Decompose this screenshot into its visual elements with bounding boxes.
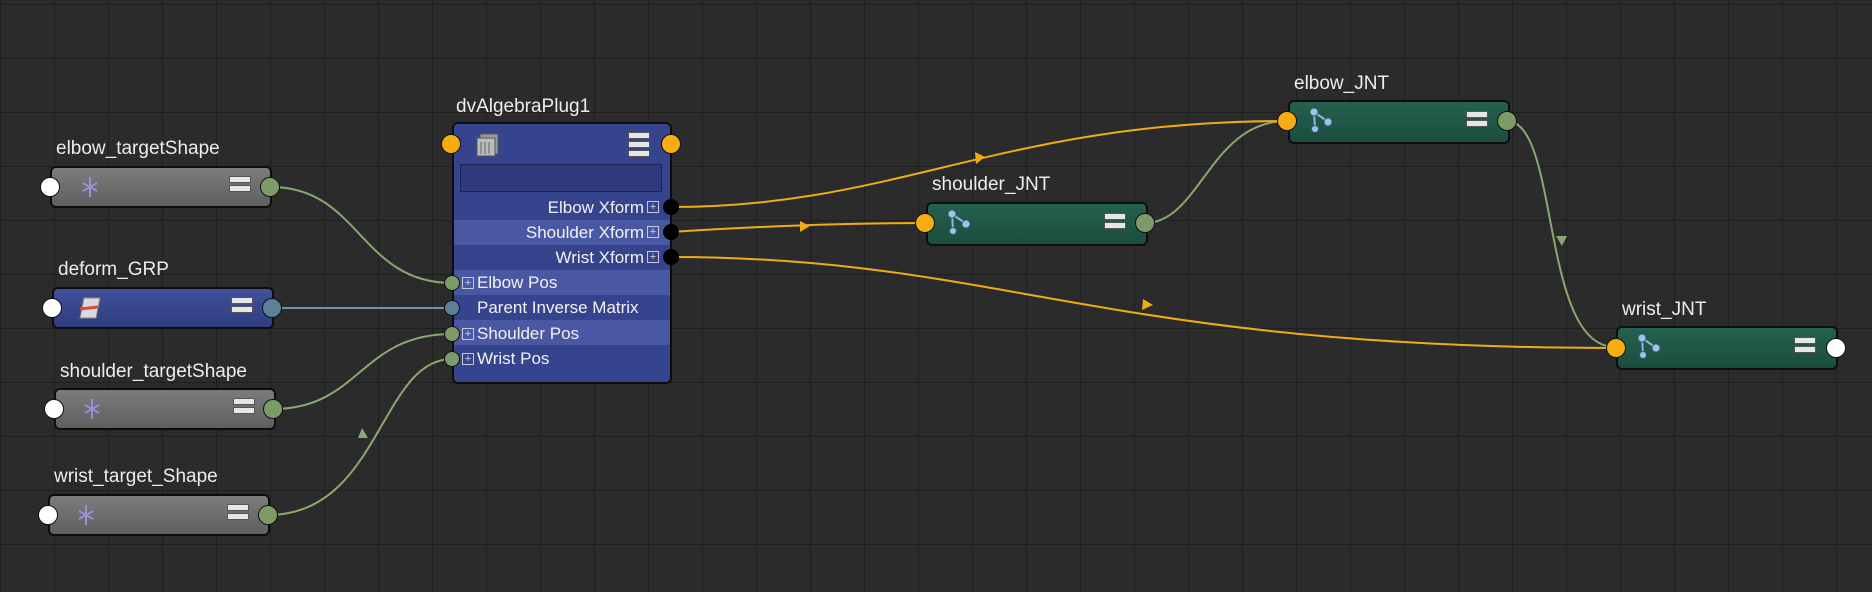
input-port[interactable] [444,326,460,342]
attribute-list-icon[interactable] [227,504,249,524]
attribute-list-icon[interactable] [1794,337,1816,357]
locator-icon [80,397,104,421]
attribute-list-icon[interactable] [1104,213,1126,233]
attr-elbow-xform[interactable]: Elbow Xform [470,195,644,220]
attr-elbow-pos[interactable]: Elbow Pos [477,270,557,295]
joint-icon [1634,330,1666,362]
expand-icon[interactable]: + [647,226,659,238]
input-port[interactable] [915,213,935,233]
node-title: elbow_targetShape [56,138,220,159]
input-port[interactable] [444,300,460,316]
input-port[interactable] [444,351,460,367]
output-port[interactable] [1135,213,1155,233]
output-port[interactable] [1497,111,1517,131]
wire-shoulder-jnt-to-elbow-jnt[interactable] [1144,120,1288,224]
connection-wires [267,120,1618,516]
input-port[interactable] [44,399,64,419]
attr-wrist-xform[interactable]: Wrist Xform [470,245,644,270]
transform-icon [76,294,104,322]
attribute-list-icon[interactable] [1466,111,1488,131]
input-port[interactable] [38,505,58,525]
expand-icon[interactable]: + [647,251,659,263]
input-port[interactable] [1277,111,1297,131]
node-title: elbow_JNT [1294,73,1390,94]
locator-icon [78,175,102,199]
node-title: shoulder_targetShape [60,361,247,382]
node-search-field[interactable] [460,164,662,192]
attribute-list-icon[interactable] [229,176,251,196]
output-port[interactable] [1826,338,1846,358]
attribute-list-icon[interactable] [233,398,255,418]
node-title: deform_GRP [58,259,169,280]
attr-wrist-pos[interactable]: Wrist Pos [477,346,549,371]
expand-icon[interactable]: + [462,328,474,340]
input-port[interactable] [40,177,60,197]
wire-elbow-target-to-elbow-pos[interactable] [270,186,453,284]
joint-icon [944,206,976,238]
output-port[interactable] [663,199,679,215]
wire-shoulder-xform-to-shoulder-jnt[interactable] [670,222,926,233]
wire-elbow-jnt-to-wrist-jnt[interactable] [1506,120,1616,348]
input-port[interactable] [42,298,62,318]
output-port[interactable] [263,399,283,419]
expand-icon[interactable]: + [647,201,659,213]
expand-icon[interactable]: + [462,277,474,289]
wire-shoulder-target-to-shoulder-pos[interactable] [272,333,453,410]
attr-shoulder-xform[interactable]: Shoulder Xform [470,220,644,245]
node-title: shoulder_JNT [932,174,1051,195]
attribute-list-icon[interactable] [628,132,650,157]
plugin-node-icon [474,130,504,158]
input-port[interactable] [1606,338,1626,358]
output-port[interactable] [661,134,681,154]
output-port[interactable] [258,505,278,525]
joint-icon [1306,104,1338,136]
attribute-list-icon[interactable] [231,297,253,317]
output-port[interactable] [663,249,679,265]
expand-icon[interactable]: + [462,353,474,365]
attr-parent-inverse-matrix[interactable]: Parent Inverse Matrix [477,295,639,320]
output-port[interactable] [260,177,280,197]
input-port[interactable] [444,275,460,291]
attr-shoulder-pos[interactable]: Shoulder Pos [477,321,579,346]
node-title: wrist_JNT [1622,299,1707,320]
output-port[interactable] [663,224,679,240]
locator-icon [74,503,98,527]
node-title: dvAlgebraPlug1 [456,96,591,117]
input-port[interactable] [441,134,461,154]
output-port[interactable] [262,298,282,318]
node-title: wrist_target_Shape [54,466,218,487]
